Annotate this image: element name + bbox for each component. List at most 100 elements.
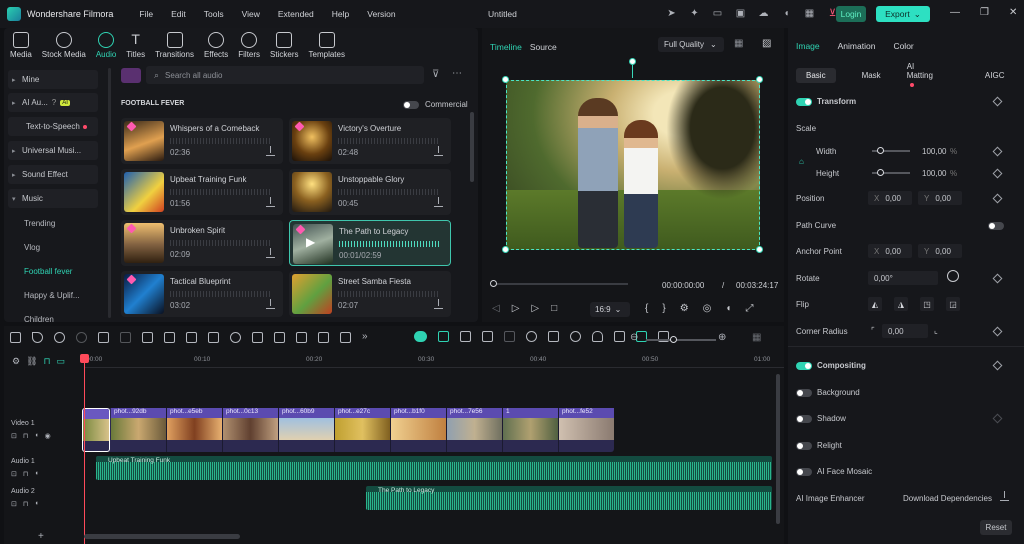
playhead[interactable]: [84, 354, 85, 544]
scrub-bar[interactable]: [492, 283, 628, 285]
keyframe-icon[interactable]: [992, 96, 1003, 107]
position-x-input[interactable]: X 0,00: [868, 191, 912, 205]
height-slider-handle[interactable]: [877, 169, 884, 176]
reset-button[interactable]: Reset: [980, 520, 1012, 535]
sidebar-item-universal-music[interactable]: ▸ Universal Musi...: [8, 141, 98, 160]
volume-icon[interactable]: ◖: [725, 303, 731, 314]
rotate-handle[interactable]: [629, 58, 636, 65]
crop-icon[interactable]: [142, 332, 153, 343]
download-icon[interactable]: [266, 299, 275, 309]
track-card[interactable]: Unbroken Spirit 02:09: [121, 220, 283, 266]
height-value[interactable]: 100,00: [922, 169, 946, 178]
menu-view[interactable]: View: [242, 9, 260, 19]
face-mosaic-toggle[interactable]: [796, 468, 812, 476]
save-icon[interactable]: ▣: [734, 7, 747, 20]
library-scrollbar[interactable]: [470, 112, 474, 182]
grid-view-icon[interactable]: ▦: [734, 38, 743, 49]
keyframe-icon[interactable]: [992, 326, 1003, 337]
tab-animation[interactable]: Animation: [838, 41, 876, 51]
cut-icon[interactable]: [120, 332, 131, 343]
download-icon[interactable]: [1000, 491, 1009, 501]
video-clip[interactable]: phot...b1f0: [391, 408, 447, 452]
mute-icon[interactable]: ◖: [34, 500, 38, 508]
flip-vertical-icon[interactable]: ◮: [894, 297, 908, 311]
more-icon[interactable]: ⋯: [452, 68, 462, 79]
lock-ratio-icon[interactable]: ⌂: [799, 157, 804, 166]
download-icon[interactable]: [434, 146, 443, 156]
login-button[interactable]: Login: [836, 6, 866, 22]
zoom-in-icon[interactable]: ⊕: [718, 332, 726, 343]
video-clip[interactable]: phot...0c13: [223, 408, 279, 452]
keyframe-icon[interactable]: [992, 413, 1003, 424]
camera-icon[interactable]: ◎: [703, 303, 712, 314]
tab-color[interactable]: Color: [893, 41, 913, 51]
magnet-icon[interactable]: ⊓: [44, 356, 51, 367]
track-card[interactable]: Upbeat Training Funk 01:56: [121, 169, 283, 215]
preview-canvas[interactable]: [502, 58, 763, 253]
tab-filters[interactable]: Filters: [238, 30, 260, 59]
keyframe-icon[interactable]: [992, 193, 1003, 204]
text-icon[interactable]: [164, 332, 175, 343]
tab-templates[interactable]: Templates: [309, 30, 345, 59]
resize-handle[interactable]: [502, 246, 509, 253]
sidebar-sub-happy[interactable]: Happy & Uplif...: [24, 291, 80, 300]
width-value[interactable]: 100,00: [922, 147, 946, 156]
tab-source[interactable]: Source: [530, 42, 557, 52]
magic-icon[interactable]: [340, 332, 351, 343]
select-tool-icon[interactable]: [32, 332, 43, 343]
subtab-ai-matting[interactable]: AI Matting: [907, 62, 959, 89]
resize-handle[interactable]: [502, 76, 509, 83]
link-icon[interactable]: ⛓: [26, 356, 37, 367]
time-ruler[interactable]: 00:00 00:10 00:20 00:30 00:40 00:50 01:0…: [84, 354, 784, 368]
lock-icon[interactable]: ⊓: [23, 470, 28, 478]
add-to-track-icon[interactable]: ⊡: [11, 470, 17, 478]
menu-file[interactable]: File: [139, 9, 153, 19]
color-match-icon[interactable]: [570, 331, 581, 342]
video-clip[interactable]: phot...60b9: [279, 408, 335, 452]
video-clip[interactable]: phot...7e56: [447, 408, 503, 452]
menu-help[interactable]: Help: [332, 9, 349, 19]
compositing-toggle[interactable]: [796, 362, 812, 370]
selection-frame[interactable]: [506, 80, 760, 250]
undo-icon[interactable]: [54, 332, 65, 343]
ripple-icon[interactable]: ▭: [57, 356, 66, 367]
speed-icon[interactable]: [230, 332, 241, 343]
more-tools-icon[interactable]: »: [362, 332, 373, 343]
mask-icon[interactable]: [186, 332, 197, 343]
marker-icon[interactable]: [460, 331, 471, 342]
mark-out-icon[interactable]: }: [662, 303, 665, 314]
zoom-slider[interactable]: [646, 339, 716, 341]
keyframe-icon[interactable]: [992, 360, 1003, 371]
menu-extended[interactable]: Extended: [278, 9, 314, 19]
add-icon[interactable]: +: [38, 531, 44, 542]
width-slider-handle[interactable]: [877, 147, 884, 154]
prev-frame-icon[interactable]: ◁: [492, 303, 500, 314]
video-clip[interactable]: phot...92db: [111, 408, 167, 452]
transform-toggle[interactable]: [796, 98, 812, 106]
sidebar-item-ai-audio[interactable]: ▸ AI Au...? AI: [8, 93, 98, 112]
download-icon[interactable]: [266, 146, 275, 156]
keyframe-icon[interactable]: [992, 273, 1003, 284]
split-audio-icon[interactable]: [274, 332, 285, 343]
video-clip-first[interactable]: [82, 408, 110, 452]
mute-icon[interactable]: ◖: [34, 432, 38, 440]
layout-icon[interactable]: [10, 332, 21, 343]
flip-horizontal-icon[interactable]: ◭: [868, 297, 882, 311]
tab-transitions[interactable]: Transitions: [155, 30, 194, 59]
audio-clip-the-path-to-legacy[interactable]: The Path to Legacy: [366, 486, 772, 510]
lock-icon[interactable]: ⊓: [23, 500, 28, 508]
minimize-icon[interactable]: —: [950, 7, 960, 18]
render-icon[interactable]: ⚙: [680, 303, 689, 314]
menu-tools[interactable]: Tools: [204, 9, 224, 19]
resize-handle[interactable]: [756, 246, 763, 253]
quality-select[interactable]: Full Quality ⌄: [658, 37, 724, 52]
delete-icon[interactable]: [98, 332, 109, 343]
filter-icon[interactable]: ⊽: [432, 69, 439, 80]
shadow-toggle[interactable]: [796, 415, 812, 423]
track-card[interactable]: Tactical Blueprint 03:02: [121, 271, 283, 317]
tab-image[interactable]: Image: [796, 41, 820, 51]
subtab-basic[interactable]: Basic: [796, 67, 836, 83]
sidebar-sub-football-fever[interactable]: Football fever: [24, 267, 72, 276]
redo-icon[interactable]: [76, 332, 87, 343]
corner-all-icon[interactable]: ⌞: [934, 326, 938, 335]
